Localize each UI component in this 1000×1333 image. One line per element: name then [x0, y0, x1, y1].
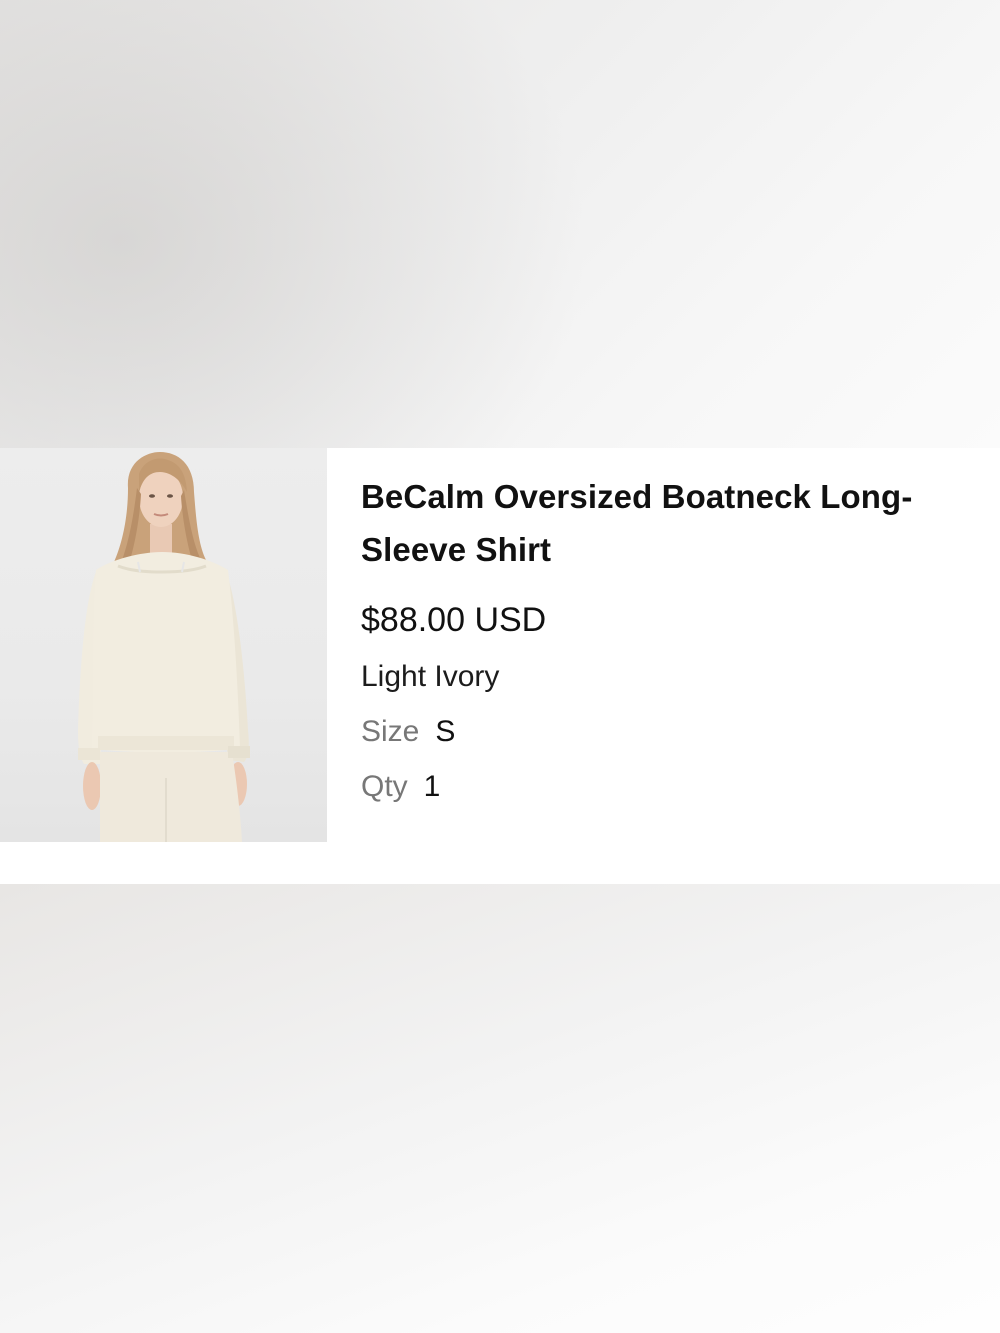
qty-value: 1: [423, 770, 441, 803]
cart-item-card[interactable]: BeCalm Oversized Boatneck Long-Sleeve Sh…: [0, 448, 1000, 884]
size-value: S: [435, 715, 456, 748]
background-bottom: [0, 884, 1000, 1333]
product-image[interactable]: [0, 448, 327, 842]
product-title[interactable]: BeCalm Oversized Boatneck Long-Sleeve Sh…: [361, 470, 981, 576]
product-color: Light Ivory: [361, 660, 500, 693]
product-price: $88.00 USD: [361, 601, 547, 639]
qty-row: Qty 1: [361, 770, 981, 804]
product-info: BeCalm Oversized Boatneck Long-Sleeve Sh…: [361, 470, 981, 804]
product-photo: [78, 452, 250, 842]
size-row: Size S: [361, 715, 981, 749]
qty-label: Qty: [361, 770, 408, 803]
size-label: Size: [361, 715, 420, 748]
background-top: [0, 0, 1000, 448]
